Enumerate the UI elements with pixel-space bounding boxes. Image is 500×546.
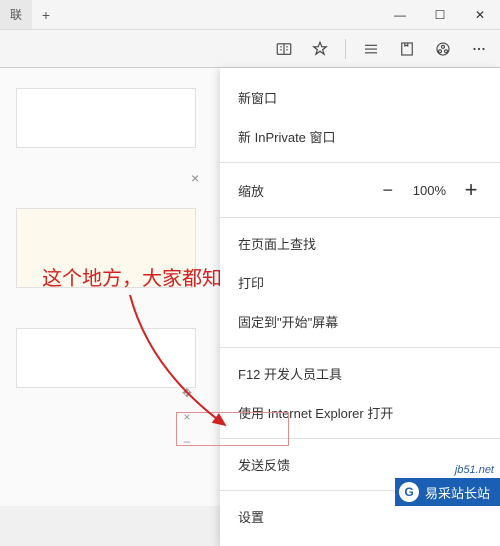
left-panel: × — [16, 88, 196, 428]
menu-open-ie[interactable]: 使用 Internet Explorer 打开 — [220, 393, 500, 432]
tab-strip: 联 + — [0, 0, 60, 29]
toolbar — [0, 30, 500, 68]
watermark: jb51.net — [455, 464, 494, 476]
favorite-star-icon[interactable] — [303, 32, 337, 66]
logo-icon: G — [399, 482, 419, 502]
titlebar: 联 + — ☐ ✕ — [0, 0, 500, 30]
webnote-icon[interactable] — [390, 32, 424, 66]
menu-print[interactable]: 打印 — [220, 263, 500, 302]
zoom-value: 100% — [413, 183, 446, 198]
content-box — [16, 88, 196, 148]
menu-pin-start[interactable]: 固定到"开始"屏幕 — [220, 302, 500, 341]
window-controls: — ☐ ✕ — [380, 0, 500, 30]
menu-new-window[interactable]: 新窗口 — [220, 78, 500, 117]
move-icon[interactable]: ✥ — [180, 386, 194, 400]
menu-divider — [220, 217, 500, 218]
toolbar-separator — [345, 39, 346, 59]
menu-divider — [220, 347, 500, 348]
share-icon[interactable] — [426, 32, 460, 66]
menu-divider — [220, 438, 500, 439]
menu-f12[interactable]: F12 开发人员工具 — [220, 354, 500, 393]
minimize-button[interactable]: — — [380, 0, 420, 30]
footer-logo: G 易采站长站 — [395, 478, 500, 506]
footer-logo-text: 易采站长站 — [425, 483, 490, 502]
menu-divider — [220, 162, 500, 163]
menu-zoom: 缩放 − 100% + — [220, 169, 500, 211]
new-tab-button[interactable]: + — [32, 0, 60, 29]
content-box — [16, 328, 196, 388]
close-icon[interactable]: × — [180, 410, 194, 424]
zoom-in-button[interactable]: + — [460, 179, 482, 201]
browser-tab[interactable]: 联 — [0, 0, 32, 29]
side-icons: ✥ × – — [180, 386, 194, 448]
maximize-button[interactable]: ☐ — [420, 0, 460, 30]
hub-icon[interactable] — [354, 32, 388, 66]
minimize-icon[interactable]: – — [180, 434, 194, 448]
more-menu-icon[interactable] — [462, 32, 496, 66]
close-window-button[interactable]: ✕ — [460, 0, 500, 30]
menu-inprivate[interactable]: 新 InPrivate 窗口 — [220, 117, 500, 156]
menu-find[interactable]: 在页面上查找 — [220, 224, 500, 263]
reading-view-icon[interactable] — [267, 32, 301, 66]
zoom-label: 缩放 — [238, 181, 264, 200]
zoom-out-button[interactable]: − — [377, 179, 399, 201]
panel-close-icon[interactable]: × — [191, 170, 199, 186]
